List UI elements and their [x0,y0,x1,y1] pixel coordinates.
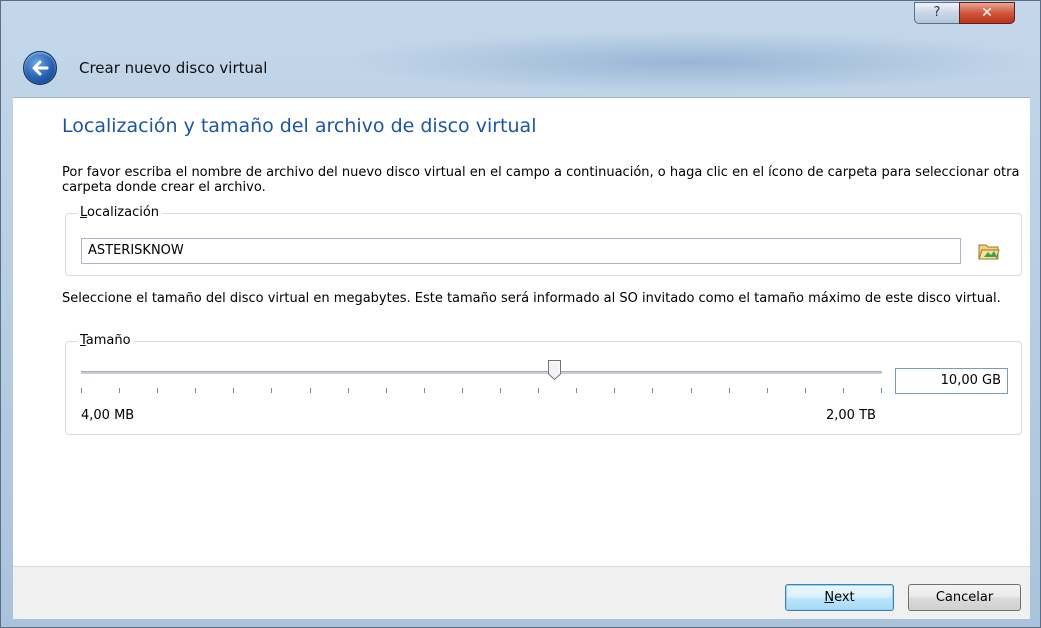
slider-tick [195,388,196,393]
location-input[interactable]: ASTERISKNOW [81,238,961,264]
slider-tick [729,388,730,393]
size-slider-ticks [81,388,882,394]
back-button[interactable] [23,51,57,85]
title-bar: Crear nuevo disco virtual ? ✕ [1,1,1041,97]
size-group: Tamaño 4,00 MB 2,00 TB 10,00 GB [65,333,1022,435]
slider-tick [119,388,120,393]
slider-tick [767,388,768,393]
folder-icon[interactable] [978,241,1000,261]
slider-tick [233,388,234,393]
size-description: Seleccione el tamaño del disco virtual e… [62,291,1001,306]
slider-tick [386,388,387,393]
slider-tick [424,388,425,393]
slider-tick [271,388,272,393]
size-slider-track[interactable] [81,371,882,374]
back-arrow-icon [32,60,49,76]
slider-tick [310,388,311,393]
slider-tick [500,388,501,393]
location-description: Por favor escriba el nombre de archivo d… [62,165,1020,195]
slider-tick [805,388,806,393]
page-heading: Localización y tamaño del archivo de dis… [62,115,537,137]
slider-tick [691,388,692,393]
size-input[interactable]: 10,00 GB [895,368,1008,394]
size-slider-thumb[interactable] [548,360,561,380]
size-max-label: 2,00 TB [826,408,876,423]
slider-tick [881,388,882,393]
location-group-label: Localización [77,205,163,220]
dialog-window: Crear nuevo disco virtual ? ✕ Localizaci… [0,0,1041,628]
slider-tick [81,388,82,393]
button-bar: Next Cancelar [13,566,1030,619]
wizard-page: Localización y tamaño del archivo de dis… [13,97,1030,567]
close-button[interactable]: ✕ [959,2,1015,24]
next-button[interactable]: Next [785,584,894,611]
slider-tick [157,388,158,393]
cancel-button[interactable]: Cancelar [908,584,1021,611]
slider-tick [652,388,653,393]
slider-tick [614,388,615,393]
help-button[interactable]: ? [914,2,960,24]
size-min-label: 4,00 MB [81,408,135,423]
slider-tick [576,388,577,393]
location-group: Localización ASTERISKNOW [65,205,1022,276]
slider-tick [843,388,844,393]
title-bar-background [341,31,1041,93]
window-title: Crear nuevo disco virtual [79,59,268,77]
slider-tick [348,388,349,393]
size-group-label: Tamaño [77,333,134,348]
slider-tick [462,388,463,393]
slider-tick [538,388,539,393]
